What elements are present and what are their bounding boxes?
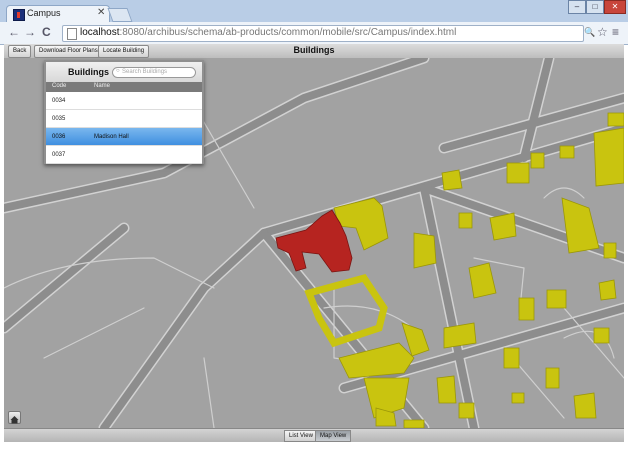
- url-text: localhost:8080/archibus/schema/ab-produc…: [80, 27, 456, 38]
- column-header: Code Name: [46, 82, 202, 92]
- app-toolbar: Buildings Back Download Floor Plans Loca…: [4, 44, 624, 59]
- panel-header: Buildings ○ Search Buildings: [46, 62, 202, 82]
- row-name: Madison Hall: [94, 134, 129, 140]
- buildings-panel: Buildings ○ Search Buildings Code Name 0…: [44, 60, 204, 164]
- download-floor-plans-button[interactable]: Download Floor Plans: [34, 45, 103, 58]
- column-code: Code: [52, 83, 67, 89]
- zoom-icon[interactable]: 🔍: [584, 27, 595, 38]
- window-controls: – □ ✕: [568, 0, 626, 14]
- home-icon: [10, 416, 19, 424]
- column-name: Name: [94, 83, 111, 89]
- home-button[interactable]: [8, 411, 21, 424]
- page-icon: [67, 28, 77, 40]
- search-buildings-input[interactable]: ○ Search Buildings: [112, 67, 196, 78]
- list-item[interactable]: 0034: [46, 92, 202, 110]
- search-icon: ○: [116, 68, 120, 74]
- back-arrow-icon[interactable]: ←: [8, 25, 20, 39]
- row-code: 0034: [52, 98, 66, 104]
- bottom-view-bar: List View Map View: [4, 428, 624, 442]
- search-placeholder: Search Buildings: [122, 69, 168, 75]
- close-window-button[interactable]: ✕: [604, 0, 626, 14]
- url-host: localhost: [80, 27, 120, 38]
- map-view-button[interactable]: Map View: [315, 430, 352, 442]
- tab-title: Campus: [27, 8, 61, 18]
- browser-tab[interactable]: Campus ✕: [6, 5, 110, 23]
- favicon-icon: [13, 9, 25, 21]
- minimize-button[interactable]: –: [568, 0, 586, 14]
- address-bar-row: ← → C localhost:8080/archibus/schema/ab-…: [0, 22, 628, 45]
- new-tab-button[interactable]: [107, 8, 133, 22]
- url-path: :8080/archibus/schema/ab-products/common…: [119, 27, 457, 38]
- reload-icon[interactable]: C: [42, 25, 51, 39]
- bookmark-star-icon[interactable]: ☆: [597, 25, 608, 39]
- url-input[interactable]: localhost:8080/archibus/schema/ab-produc…: [62, 25, 584, 42]
- list-item-selected[interactable]: 0036 Madison Hall: [46, 128, 202, 146]
- tab-strip: Campus ✕ – □ ✕: [0, 0, 628, 23]
- row-code: 0036: [52, 134, 66, 140]
- menu-icon[interactable]: ≡: [612, 25, 619, 39]
- row-code: 0035: [52, 116, 66, 122]
- list-view-button[interactable]: List View: [284, 430, 318, 442]
- tab-close-icon[interactable]: ✕: [97, 7, 105, 18]
- list-item[interactable]: 0035: [46, 110, 202, 128]
- list-item[interactable]: 0037: [46, 146, 202, 164]
- locate-building-button[interactable]: Locate Building: [98, 45, 150, 58]
- panel-title: Buildings: [68, 67, 109, 77]
- forward-arrow-icon[interactable]: →: [24, 25, 36, 39]
- row-code: 0037: [52, 152, 66, 158]
- maximize-button[interactable]: □: [586, 0, 604, 14]
- back-button[interactable]: Back: [8, 45, 32, 58]
